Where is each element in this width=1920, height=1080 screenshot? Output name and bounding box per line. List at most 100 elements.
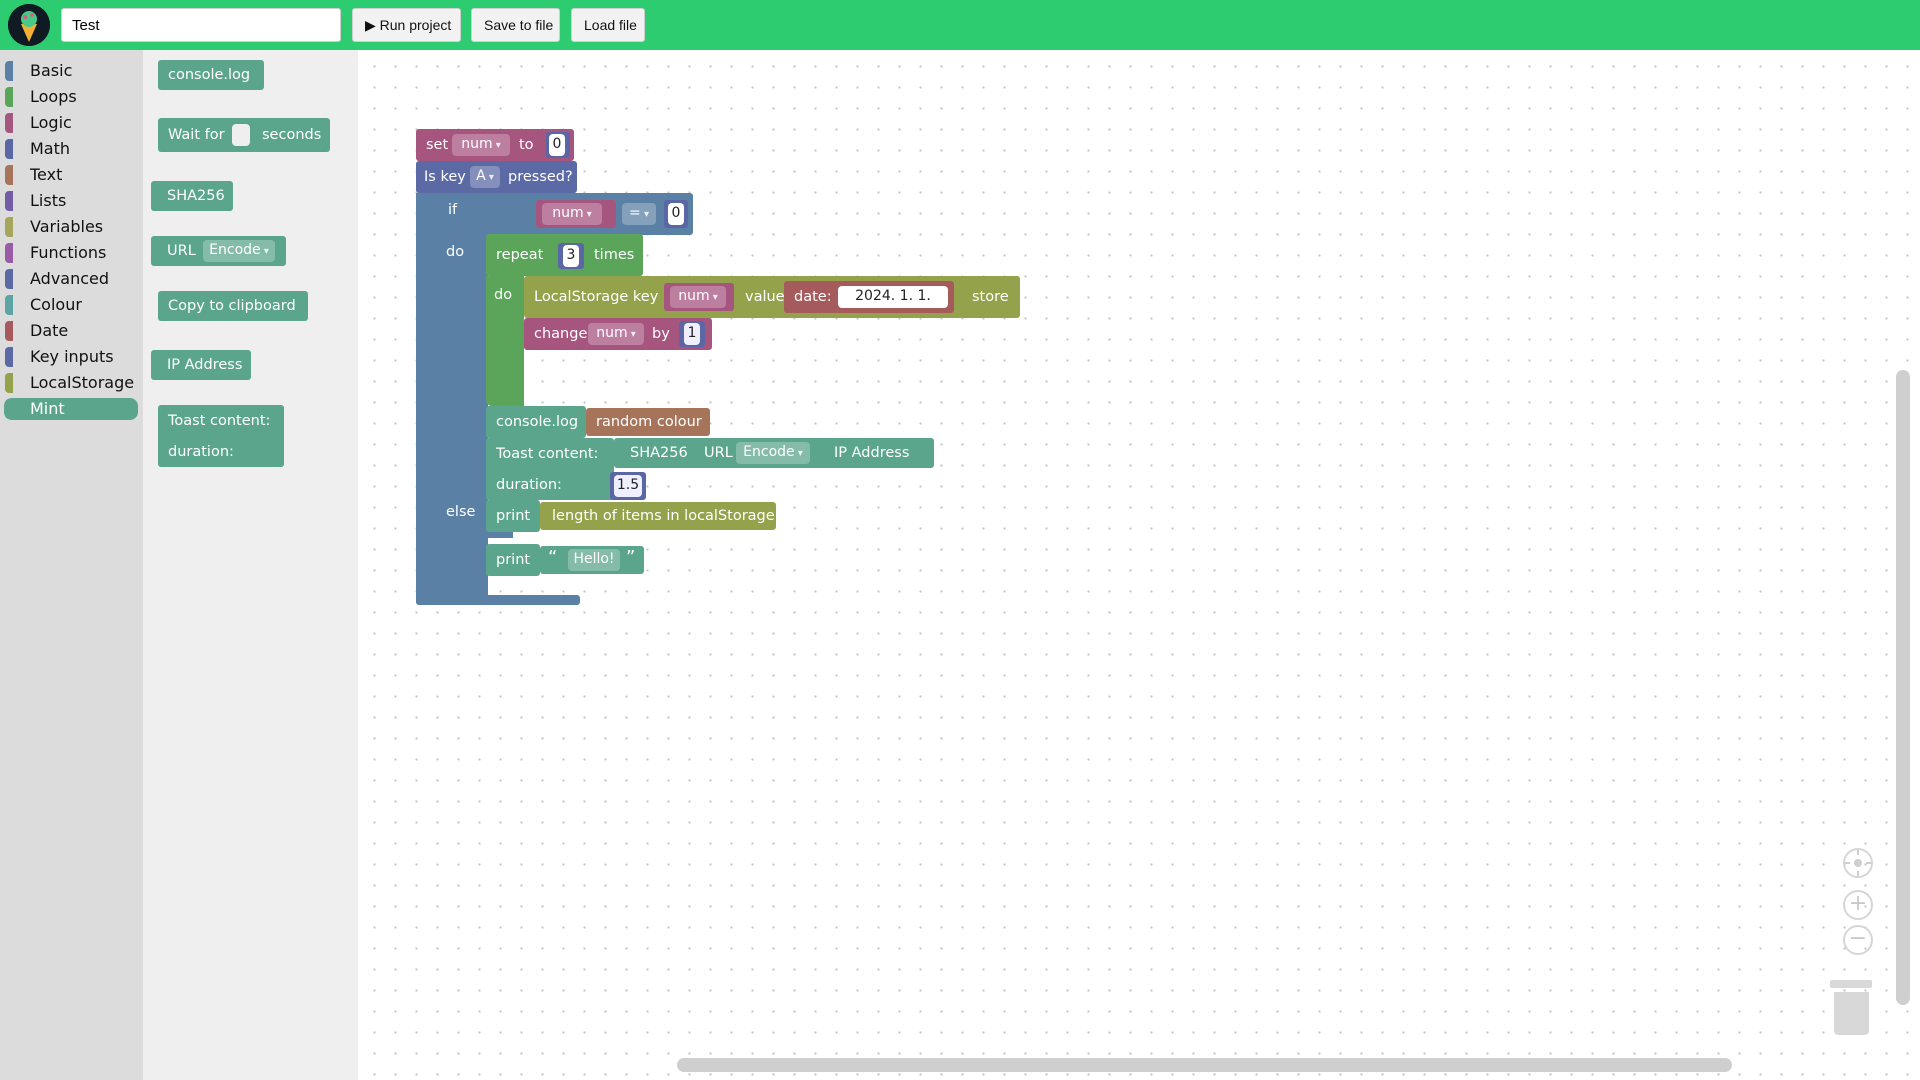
save-to-file-button[interactable]: Save to file	[471, 8, 560, 42]
workspace-canvas[interactable]: set num to 0 Is key A pressed? if do els…	[358, 50, 1920, 1080]
category-label: Logic	[30, 113, 72, 132]
flyout-console-log-block[interactable]: console.log	[158, 60, 264, 90]
number-field[interactable]: 3	[563, 245, 579, 267]
category-logic[interactable]: Logic	[4, 112, 138, 134]
trash-icon[interactable]	[1830, 980, 1872, 988]
block-label: repeat	[496, 247, 544, 263]
console-log-block[interactable]: console.log	[486, 406, 586, 438]
sha256-block[interactable]: SHA256	[630, 438, 688, 468]
if-else-spine	[416, 193, 438, 605]
change-variable-block[interactable]: change num by 1	[524, 318, 712, 350]
encode-dropdown[interactable]: Encode	[203, 240, 275, 262]
block-label: store	[972, 289, 1009, 305]
flyout-sha256-block[interactable]: SHA256	[151, 181, 233, 211]
date-block[interactable]: date: 2024. 1. 1.	[784, 281, 954, 313]
date-field[interactable]: 2024. 1. 1.	[838, 286, 948, 308]
category-functions[interactable]: Functions	[4, 242, 138, 264]
project-name-input[interactable]	[61, 8, 341, 42]
category-color-swatch	[5, 139, 13, 159]
ip-address-block[interactable]: IP Address	[834, 438, 909, 468]
toast-block[interactable]: Toast content: duration:	[486, 438, 614, 500]
plus-icon[interactable]: +	[1843, 890, 1873, 920]
number-block[interactable]: 0	[664, 200, 688, 228]
compare-block[interactable]: num = 0	[518, 193, 693, 235]
category-label: Advanced	[30, 269, 110, 288]
text-field[interactable]: Hello!	[568, 549, 620, 571]
repeat-block[interactable]: repeat 3 times	[486, 234, 643, 276]
category-basic[interactable]: Basic	[4, 60, 138, 82]
set-variable-block[interactable]: set num to 0	[416, 129, 574, 161]
number-block[interactable]: 3	[558, 243, 584, 269]
category-text[interactable]: Text	[4, 164, 138, 186]
variable-dropdown[interactable]: num	[588, 323, 644, 345]
category-math[interactable]: Math	[4, 138, 138, 160]
category-lists[interactable]: Lists	[4, 190, 138, 212]
category-label: Variables	[30, 217, 104, 236]
category-mint[interactable]: Mint	[4, 398, 138, 420]
text-block[interactable]: “ Hello! ”	[540, 546, 644, 574]
localstorage-length-block[interactable]: length of items in localStorage	[540, 502, 776, 530]
horizontal-scrollbar[interactable]	[677, 1058, 1732, 1072]
category-localstorage[interactable]: LocalStorage	[4, 372, 138, 394]
category-color-swatch	[5, 243, 13, 263]
target-icon[interactable]	[1843, 848, 1873, 878]
block-label: set	[426, 137, 449, 153]
print-block[interactable]: print	[486, 500, 540, 532]
block-label: change	[534, 326, 588, 342]
block-label: random colour	[596, 414, 702, 430]
repeat-spine: do	[486, 276, 524, 406]
category-label: Colour	[30, 295, 82, 314]
block-label: seconds	[262, 127, 322, 143]
flyout-url-encode-block[interactable]: URL Encode	[151, 236, 286, 266]
flyout-ip-address-block[interactable]: IP Address	[151, 350, 251, 380]
variable-dropdown[interactable]: num	[670, 286, 726, 308]
encode-dropdown[interactable]: Encode	[736, 442, 810, 464]
category-label: Lists	[30, 191, 67, 210]
category-variables[interactable]: Variables	[4, 216, 138, 238]
block-label: Toast content:	[168, 413, 271, 429]
vertical-scrollbar[interactable]	[1896, 370, 1910, 1005]
number-block[interactable]: 1.5	[610, 472, 646, 500]
number-field[interactable]: 0	[549, 134, 565, 156]
category-loops[interactable]: Loops	[4, 86, 138, 108]
block-label: Wait for	[168, 127, 225, 143]
url-block[interactable]: URL	[704, 438, 733, 468]
category-date[interactable]: Date	[4, 320, 138, 342]
random-colour-block[interactable]: random colour	[586, 408, 710, 436]
operator-dropdown[interactable]: =	[622, 203, 656, 225]
category-advanced[interactable]: Advanced	[4, 268, 138, 290]
variable-dropdown[interactable]: num	[452, 134, 510, 156]
variable-getter-block[interactable]: num	[536, 200, 616, 228]
number-field[interactable]: 1.5	[614, 475, 642, 497]
key-pressed-block[interactable]: Is key A pressed?	[416, 161, 577, 193]
number-field[interactable]: 1	[684, 323, 700, 345]
flyout-wait-block[interactable]: Wait for seconds	[158, 118, 330, 152]
if-else-block[interactable]: if do else	[438, 193, 488, 605]
minus-icon[interactable]: −	[1843, 925, 1873, 955]
trash-icon[interactable]	[1834, 992, 1869, 1035]
variable-getter-block[interactable]: num	[664, 283, 734, 311]
print-block[interactable]: print	[486, 544, 540, 576]
localstorage-store-block[interactable]: LocalStorage key num value date: 2024. 1…	[524, 276, 1020, 318]
number-field[interactable]: 0	[668, 203, 684, 225]
flyout-toast-block[interactable]: Toast content: duration:	[158, 405, 284, 467]
flyout-copy-clipboard-block[interactable]: Copy to clipboard	[158, 291, 308, 321]
key-dropdown[interactable]: A	[470, 166, 500, 188]
block-label: value	[745, 289, 785, 305]
category-color-swatch	[5, 399, 13, 419]
category-label: Loops	[30, 87, 77, 106]
block-label: pressed?	[508, 169, 573, 185]
variable-dropdown[interactable]: num	[542, 203, 602, 225]
category-key-inputs[interactable]: Key inputs	[4, 346, 138, 368]
run-project-button[interactable]: ▶ Run project	[352, 8, 461, 42]
block-label: console.log	[168, 67, 251, 83]
do-label: do	[446, 244, 465, 260]
load-file-button[interactable]: Load file	[571, 8, 645, 42]
number-block[interactable]: 1	[679, 321, 705, 347]
else-label: else	[446, 504, 476, 520]
category-colour[interactable]: Colour	[4, 294, 138, 316]
category-color-swatch	[5, 347, 13, 367]
number-block[interactable]: 0	[546, 132, 570, 158]
block-flyout: console.log Wait for seconds SHA256 URL …	[143, 50, 358, 1080]
number-socket[interactable]	[232, 124, 250, 146]
